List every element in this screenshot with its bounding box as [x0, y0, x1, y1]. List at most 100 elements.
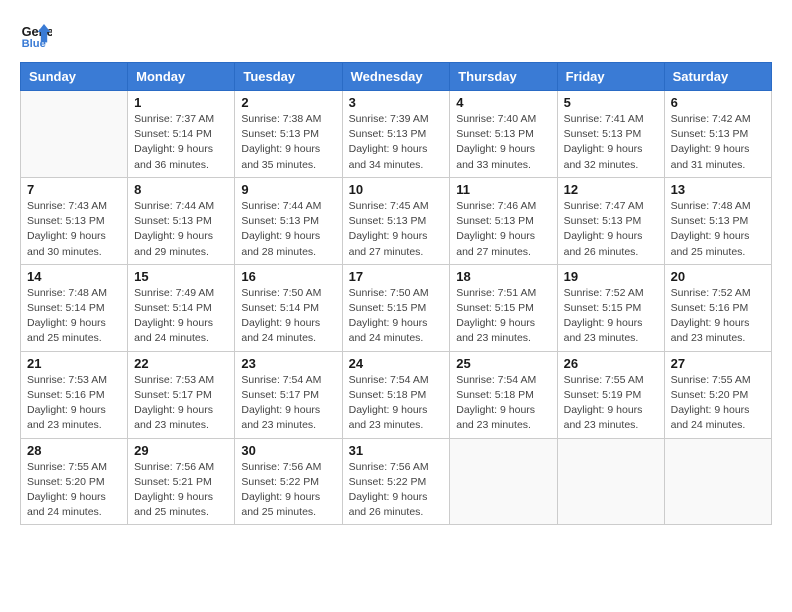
day-info: Sunrise: 7:46 AM Sunset: 5:13 PM Dayligh…: [456, 199, 550, 260]
day-info: Sunrise: 7:43 AM Sunset: 5:13 PM Dayligh…: [27, 199, 121, 260]
day-number: 4: [456, 95, 550, 110]
day-number: 9: [241, 182, 335, 197]
calendar-cell: 15Sunrise: 7:49 AM Sunset: 5:14 PM Dayli…: [128, 264, 235, 351]
calendar-cell: 2 Sunrise: 7:38 AM Sunset: 5:13 PM Daylig…: [235, 91, 342, 178]
day-info: Sunrise: 7:48 AM Sunset: 5:13 PM Dayligh…: [671, 199, 765, 260]
calendar-cell: [21, 91, 128, 178]
day-number: 12: [564, 182, 658, 197]
day-number: 18: [456, 269, 550, 284]
logo: General Blue: [20, 20, 52, 52]
calendar-cell: 5 Sunrise: 7:41 AM Sunset: 5:13 PM Daylig…: [557, 91, 664, 178]
calendar-cell: 8 Sunrise: 7:44 AM Sunset: 5:13 PM Daylig…: [128, 177, 235, 264]
calendar-cell: 3 Sunrise: 7:39 AM Sunset: 5:13 PM Daylig…: [342, 91, 450, 178]
day-number: 24: [349, 356, 444, 371]
calendar-cell: 14 Sunrise: 7:48 AM Sunset: 5:14 PM Dayli…: [21, 264, 128, 351]
day-number: 11: [456, 182, 550, 197]
day-info: Sunrise: 7:37 AM Sunset: 5:14 PM Dayligh…: [134, 112, 228, 173]
calendar-cell: 29Sunrise: 7:56 AM Sunset: 5:21 PM Dayli…: [128, 438, 235, 525]
day-info: Sunrise: 7:40 AM Sunset: 5:13 PM Dayligh…: [456, 112, 550, 173]
day-info: Sunrise: 7:54 AM Sunset: 5:18 PM Dayligh…: [456, 373, 550, 434]
day-number: 13: [671, 182, 765, 197]
column-header-sunday: Sunday: [21, 63, 128, 91]
calendar-cell: 24 Sunrise: 7:54 AM Sunset: 5:18 PM Dayli…: [342, 351, 450, 438]
day-number: 14: [27, 269, 121, 284]
day-number: 31: [349, 443, 444, 458]
column-header-saturday: Saturday: [664, 63, 771, 91]
day-number: 5: [564, 95, 658, 110]
day-info: Sunrise: 7:45 AM Sunset: 5:13 PM Dayligh…: [349, 199, 444, 260]
calendar-cell: 7 Sunrise: 7:43 AM Sunset: 5:13 PM Daylig…: [21, 177, 128, 264]
column-header-friday: Friday: [557, 63, 664, 91]
day-number: 30: [241, 443, 335, 458]
day-number: 29: [134, 443, 228, 458]
day-number: 15: [134, 269, 228, 284]
day-info: Sunrise: 7:39 AM Sunset: 5:13 PM Dayligh…: [349, 112, 444, 173]
week-row-2: 7 Sunrise: 7:43 AM Sunset: 5:13 PM Daylig…: [21, 177, 772, 264]
day-info: Sunrise: 7:54 AM Sunset: 5:18 PM Dayligh…: [349, 373, 444, 434]
day-info: Sunrise: 7:51 AM Sunset: 5:15 PM Dayligh…: [456, 286, 550, 347]
calendar-cell: 1Sunrise: 7:37 AM Sunset: 5:14 PM Daylig…: [128, 91, 235, 178]
day-info: Sunrise: 7:42 AM Sunset: 5:13 PM Dayligh…: [671, 112, 765, 173]
calendar-cell: 6 Sunrise: 7:42 AM Sunset: 5:13 PM Daylig…: [664, 91, 771, 178]
day-info: Sunrise: 7:41 AM Sunset: 5:13 PM Dayligh…: [564, 112, 658, 173]
calendar-cell: 10 Sunrise: 7:45 AM Sunset: 5:13 PM Dayli…: [342, 177, 450, 264]
calendar-cell: [664, 438, 771, 525]
day-number: 2: [241, 95, 335, 110]
day-info: Sunrise: 7:38 AM Sunset: 5:13 PM Dayligh…: [241, 112, 335, 173]
column-header-monday: Monday: [128, 63, 235, 91]
header-row: SundayMondayTuesdayWednesdayThursdayFrid…: [21, 63, 772, 91]
calendar-cell: 22 Sunrise: 7:53 AM Sunset: 5:17 PM Dayli…: [128, 351, 235, 438]
calendar-cell: 18 Sunrise: 7:51 AM Sunset: 5:15 PM Dayli…: [450, 264, 557, 351]
week-row-1: 1Sunrise: 7:37 AM Sunset: 5:14 PM Daylig…: [21, 91, 772, 178]
calendar-cell: 20 Sunrise: 7:52 AM Sunset: 5:16 PM Dayli…: [664, 264, 771, 351]
calendar-cell: 17Sunrise: 7:50 AM Sunset: 5:15 PM Dayli…: [342, 264, 450, 351]
calendar-cell: [557, 438, 664, 525]
calendar-cell: 26 Sunrise: 7:55 AM Sunset: 5:19 PM Dayli…: [557, 351, 664, 438]
day-info: Sunrise: 7:44 AM Sunset: 5:13 PM Dayligh…: [134, 199, 228, 260]
logo-icon: General Blue: [20, 20, 52, 52]
calendar-cell: [450, 438, 557, 525]
calendar-cell: 31 Sunrise: 7:56 AM Sunset: 5:22 PM Dayli…: [342, 438, 450, 525]
calendar-table: SundayMondayTuesdayWednesdayThursdayFrid…: [20, 62, 772, 525]
day-number: 6: [671, 95, 765, 110]
day-info: Sunrise: 7:53 AM Sunset: 5:16 PM Dayligh…: [27, 373, 121, 434]
day-info: Sunrise: 7:50 AM Sunset: 5:14 PM Dayligh…: [241, 286, 335, 347]
day-number: 25: [456, 356, 550, 371]
day-info: Sunrise: 7:52 AM Sunset: 5:15 PM Dayligh…: [564, 286, 658, 347]
calendar-cell: 27Sunrise: 7:55 AM Sunset: 5:20 PM Dayli…: [664, 351, 771, 438]
calendar-cell: 19 Sunrise: 7:52 AM Sunset: 5:15 PM Dayli…: [557, 264, 664, 351]
week-row-3: 14 Sunrise: 7:48 AM Sunset: 5:14 PM Dayli…: [21, 264, 772, 351]
day-info: Sunrise: 7:55 AM Sunset: 5:19 PM Dayligh…: [564, 373, 658, 434]
calendar-cell: 28 Sunrise: 7:55 AM Sunset: 5:20 PM Dayli…: [21, 438, 128, 525]
calendar-cell: 11 Sunrise: 7:46 AM Sunset: 5:13 PM Dayli…: [450, 177, 557, 264]
day-number: 20: [671, 269, 765, 284]
day-number: 26: [564, 356, 658, 371]
day-number: 17: [349, 269, 444, 284]
calendar-cell: 4 Sunrise: 7:40 AM Sunset: 5:13 PM Daylig…: [450, 91, 557, 178]
day-info: Sunrise: 7:47 AM Sunset: 5:13 PM Dayligh…: [564, 199, 658, 260]
week-row-4: 21Sunrise: 7:53 AM Sunset: 5:16 PM Dayli…: [21, 351, 772, 438]
day-info: Sunrise: 7:55 AM Sunset: 5:20 PM Dayligh…: [27, 460, 121, 521]
calendar-cell: 21Sunrise: 7:53 AM Sunset: 5:16 PM Dayli…: [21, 351, 128, 438]
day-number: 22: [134, 356, 228, 371]
column-header-thursday: Thursday: [450, 63, 557, 91]
day-info: Sunrise: 7:52 AM Sunset: 5:16 PM Dayligh…: [671, 286, 765, 347]
day-number: 7: [27, 182, 121, 197]
column-header-wednesday: Wednesday: [342, 63, 450, 91]
calendar-cell: 13 Sunrise: 7:48 AM Sunset: 5:13 PM Dayli…: [664, 177, 771, 264]
day-info: Sunrise: 7:54 AM Sunset: 5:17 PM Dayligh…: [241, 373, 335, 434]
calendar-cell: 23 Sunrise: 7:54 AM Sunset: 5:17 PM Dayli…: [235, 351, 342, 438]
calendar-cell: 12 Sunrise: 7:47 AM Sunset: 5:13 PM Dayli…: [557, 177, 664, 264]
calendar-cell: 25 Sunrise: 7:54 AM Sunset: 5:18 PM Dayli…: [450, 351, 557, 438]
day-info: Sunrise: 7:44 AM Sunset: 5:13 PM Dayligh…: [241, 199, 335, 260]
day-info: Sunrise: 7:53 AM Sunset: 5:17 PM Dayligh…: [134, 373, 228, 434]
day-number: 23: [241, 356, 335, 371]
day-info: Sunrise: 7:48 AM Sunset: 5:14 PM Dayligh…: [27, 286, 121, 347]
day-number: 8: [134, 182, 228, 197]
day-number: 10: [349, 182, 444, 197]
day-number: 28: [27, 443, 121, 458]
day-number: 3: [349, 95, 444, 110]
day-info: Sunrise: 7:55 AM Sunset: 5:20 PM Dayligh…: [671, 373, 765, 434]
day-number: 19: [564, 269, 658, 284]
day-info: Sunrise: 7:56 AM Sunset: 5:22 PM Dayligh…: [349, 460, 444, 521]
